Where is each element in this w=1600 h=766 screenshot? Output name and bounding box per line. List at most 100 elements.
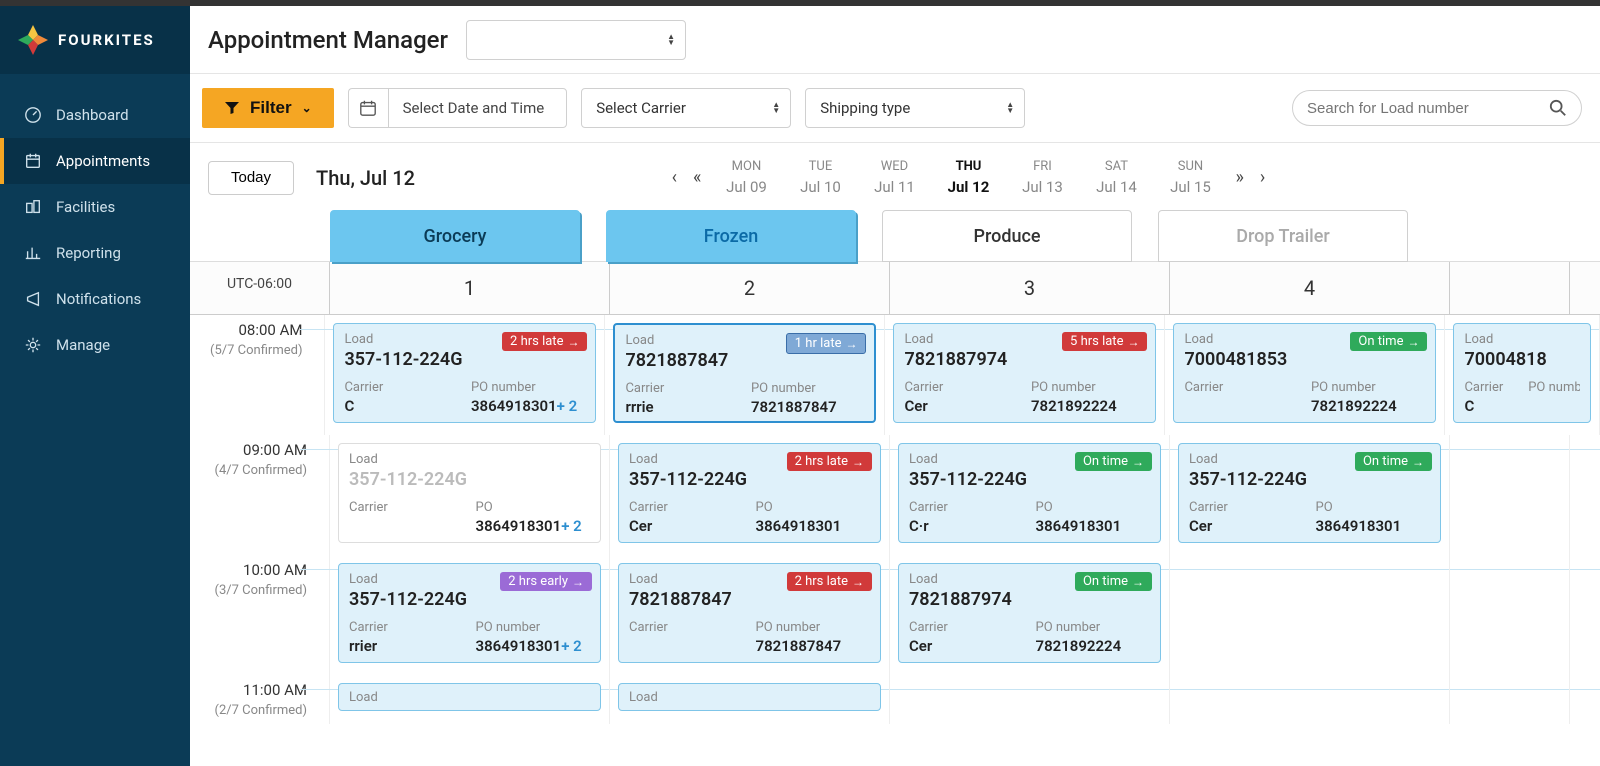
sidebar-item-facilities[interactable]: Facilities — [0, 184, 190, 230]
prev-week-double-icon[interactable]: « — [687, 161, 707, 194]
day-jul-15[interactable]: SUNJul 15 — [1155, 159, 1225, 196]
date-strip: Today Thu, Jul 12 ‹ « MONJul 09TUEJul 10… — [190, 143, 1600, 196]
appointment-card[interactable]: 5 hrs late→Load7821887974CarrierCerPO nu… — [893, 323, 1156, 423]
shipping-type-select[interactable]: Shipping type ▲▼ — [805, 88, 1025, 128]
tab-frozen[interactable]: Frozen — [606, 210, 856, 262]
column-head-4: 4 — [1170, 262, 1450, 314]
slot-cell: 2 hrs early→Load357-112-224GCarrierrrier… — [330, 555, 610, 675]
po-value: 3864918301 — [1036, 517, 1151, 535]
appointment-card[interactable]: Load — [618, 683, 881, 711]
next-week-single-icon[interactable]: › — [1254, 161, 1271, 194]
appointment-card[interactable]: Load70004818CarrierCPO number — [1453, 323, 1591, 423]
tab-produce[interactable]: Produce — [882, 210, 1132, 262]
schedule-grid: UTC-06:00 1234 08:00 AM(5/7 Confirmed)2 … — [190, 261, 1600, 766]
time-row-0900AM: 09:00 AM(4/7 Confirmed)Load357-112-224GC… — [190, 435, 1600, 555]
day-jul-14[interactable]: SATJul 14 — [1081, 159, 1151, 196]
logo: FOURKITES — [0, 6, 190, 74]
time-cell: 10:00 AM(3/7 Confirmed) — [190, 555, 330, 675]
date-time-select[interactable]: Select Date and Time — [348, 88, 568, 128]
day-jul-10[interactable]: TUEJul 10 — [785, 159, 855, 196]
carrier-value: Cer — [909, 637, 1024, 655]
appointment-card[interactable]: On time→Load357-112-224GCarrierC·rPO3864… — [898, 443, 1161, 543]
load-number: 357-112-224G — [349, 469, 590, 490]
current-date-label: Thu, Jul 12 — [316, 166, 415, 190]
day-jul-11[interactable]: WEDJul 11 — [859, 159, 929, 196]
prev-week-single-icon[interactable]: ‹ — [666, 161, 683, 194]
load-number: 7821887974 — [909, 589, 1150, 610]
slot-cell — [1170, 675, 1450, 724]
day-jul-13[interactable]: FRIJul 13 — [1007, 159, 1077, 196]
header-context-select[interactable]: ▲▼ — [466, 20, 686, 60]
appointment-card[interactable]: 2 hrs early→Load357-112-224GCarrierrrier… — [338, 563, 601, 663]
day-jul-12[interactable]: THUJul 12 — [933, 159, 1003, 196]
appointment-card[interactable]: On time→Load7000481853CarrierPO number78… — [1173, 323, 1436, 423]
arrow-right-icon: → — [1407, 335, 1419, 349]
time-cell: 08:00 AM(5/7 Confirmed) — [190, 315, 325, 435]
carrier-select[interactable]: Select Carrier ▲▼ — [581, 88, 791, 128]
time-row-1000AM: 10:00 AM(3/7 Confirmed)2 hrs early→Load3… — [190, 555, 1600, 675]
time-row-0800AM: 08:00 AM(5/7 Confirmed)2 hrs late→Load35… — [190, 315, 1600, 435]
next-week-double-icon[interactable]: » — [1229, 161, 1249, 194]
po-value: 7821887847 — [756, 637, 871, 655]
appointment-card[interactable]: 1 hr late→Load7821887847CarrierrrriePO n… — [613, 323, 876, 423]
page-title: Appointment Manager — [208, 26, 448, 54]
appointment-card[interactable]: 2 hrs late→Load357-112-224GCarrierCerPO3… — [618, 443, 881, 543]
arrow-right-icon: → — [852, 575, 864, 589]
status-badge: On time→ — [1355, 452, 1432, 471]
status-badge: 1 hr late→ — [786, 333, 867, 354]
sidebar-item-label: Dashboard — [56, 106, 129, 124]
carrier-value: Cer — [904, 397, 1019, 415]
tab-drop-trailer[interactable]: Drop Trailer — [1158, 210, 1408, 262]
slot-cell: 1 hr late→Load7821887847CarrierrrriePO n… — [605, 315, 885, 435]
appointment-card[interactable]: 2 hrs late→Load357-112-224GCarrierCPO nu… — [333, 323, 596, 423]
appointment-card[interactable]: On time→Load357-112-224GCarrierCerPO3864… — [1178, 443, 1441, 543]
sidebar-item-notifications[interactable]: Notifications — [0, 276, 190, 322]
grid-body[interactable]: 08:00 AM(5/7 Confirmed)2 hrs late→Load35… — [190, 315, 1600, 766]
chevron-updown-icon: ▲▼ — [667, 34, 675, 46]
tab-grocery[interactable]: Grocery — [330, 210, 580, 262]
column-head-1: 1 — [330, 262, 610, 314]
slot-cell: Load357-112-224GCarrierPO3864918301+ 2 — [330, 435, 610, 555]
po-value: 7821887847 — [751, 398, 865, 416]
reporting-icon — [24, 244, 42, 262]
arrow-right-icon: → — [572, 575, 584, 589]
slot-cell — [1450, 555, 1570, 675]
po-value: 7821892224 — [1031, 397, 1146, 415]
arrow-right-icon: → — [1132, 575, 1144, 589]
status-badge: 2 hrs early→ — [500, 572, 592, 591]
load-number: 357-112-224G — [1189, 469, 1430, 490]
po-value: 3864918301+ 2 — [476, 517, 591, 535]
sidebar-item-label: Appointments — [56, 152, 150, 170]
appointment-card[interactable]: Load357-112-224GCarrierPO3864918301+ 2 — [338, 443, 601, 543]
appointment-card[interactable]: On time→Load7821887974CarrierCerPO numbe… — [898, 563, 1161, 663]
sidebar-item-manage[interactable]: Manage — [0, 322, 190, 368]
load-number: 7000481853 — [1184, 349, 1425, 370]
header: Appointment Manager ▲▼ — [190, 6, 1600, 74]
chevron-down-icon: ⌄ — [302, 101, 312, 115]
sidebar-item-reporting[interactable]: Reporting — [0, 230, 190, 276]
sidebar: FOURKITES Dashboard Appointments Facilitie… — [0, 6, 190, 766]
facilities-icon — [24, 198, 42, 216]
column-head-2: 2 — [610, 262, 890, 314]
day-jul-09[interactable]: MONJul 09 — [711, 159, 781, 196]
slot-cell: Load — [610, 675, 890, 724]
timezone-label: UTC-06:00 — [190, 262, 330, 314]
search-input[interactable] — [1307, 100, 1541, 117]
load-number: 7821887847 — [629, 589, 870, 610]
appointment-card[interactable]: Load — [338, 683, 601, 711]
slot-cell: On time→Load357-112-224GCarrierC·rPO3864… — [890, 435, 1170, 555]
sidebar-item-dashboard[interactable]: Dashboard — [0, 92, 190, 138]
today-button[interactable]: Today — [208, 161, 294, 195]
sidebar-item-appointments[interactable]: Appointments — [0, 138, 190, 184]
arrow-right-icon: → — [1127, 335, 1139, 349]
sidebar-item-label: Notifications — [56, 290, 141, 308]
search-box[interactable] — [1292, 90, 1582, 126]
slot-cell — [1170, 555, 1450, 675]
filter-button[interactable]: Filter ⌄ — [202, 88, 334, 128]
slot-cell: On time→Load7000481853CarrierPO number78… — [1165, 315, 1445, 435]
carrier-value: C·r — [909, 517, 1024, 535]
category-tabs: Grocery Frozen Produce Drop Trailer — [190, 196, 1600, 262]
status-badge: 2 hrs late→ — [787, 452, 872, 471]
status-badge: On time→ — [1075, 452, 1152, 471]
appointment-card[interactable]: 2 hrs late→Load7821887847CarrierPO numbe… — [618, 563, 881, 663]
